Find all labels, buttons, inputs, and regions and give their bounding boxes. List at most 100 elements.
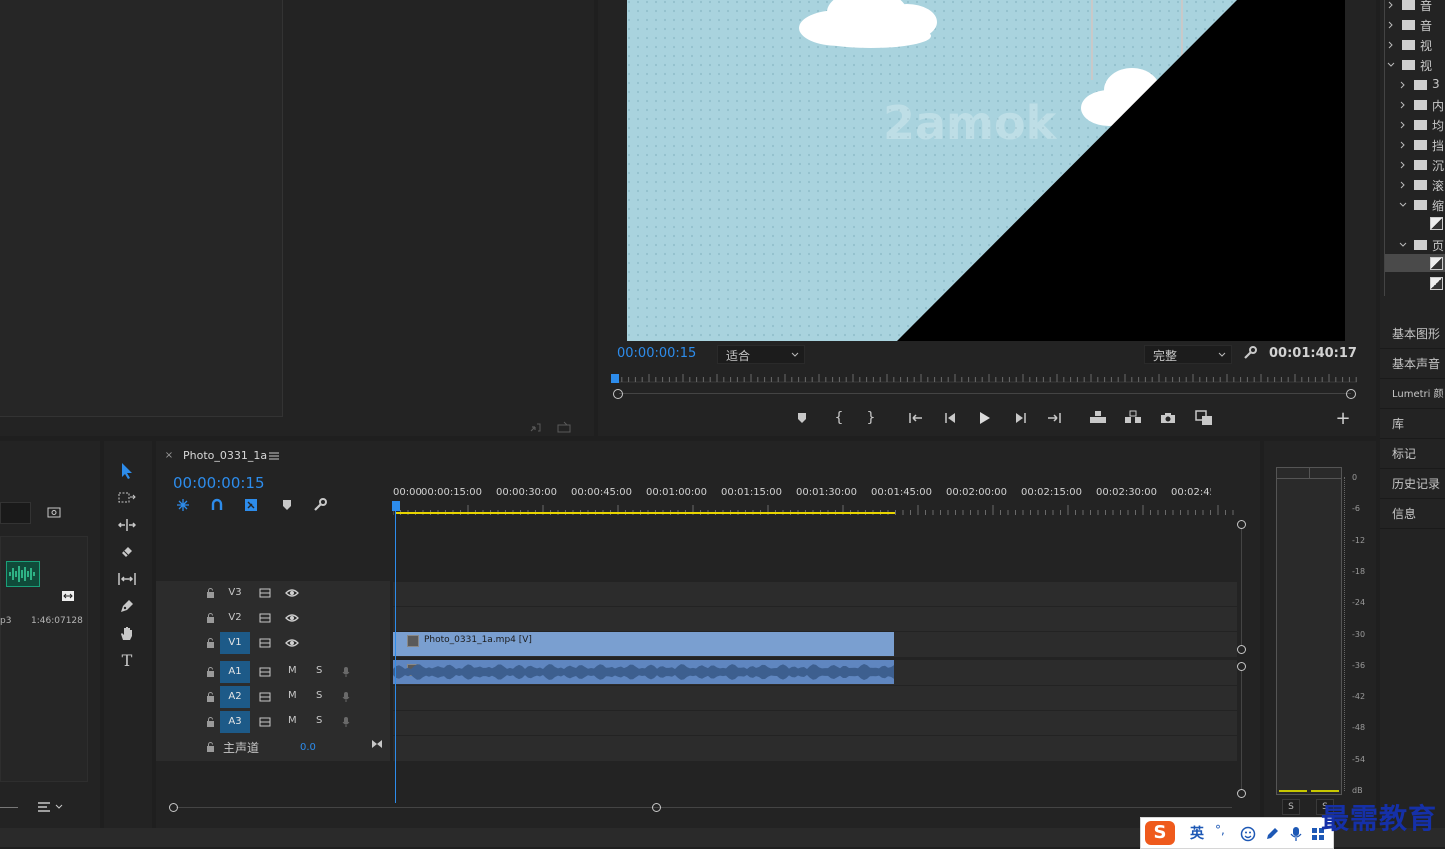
go-to-out-icon[interactable] xyxy=(1045,410,1063,426)
chevron-down-icon[interactable] xyxy=(1398,199,1408,211)
effects-tree-item[interactable]: 视 xyxy=(1386,36,1445,54)
lock-icon[interactable] xyxy=(203,586,217,600)
ime-punctuation[interactable]: °, xyxy=(1215,823,1225,837)
effects-tree-item[interactable]: 均 xyxy=(1398,116,1445,134)
microphone-icon[interactable] xyxy=(340,665,352,679)
effects-tree-item[interactable]: 音 xyxy=(1386,16,1445,34)
vscroll-handle-bottom[interactable] xyxy=(1237,645,1246,654)
sogou-logo-icon[interactable]: S xyxy=(1145,821,1175,845)
vscroll-handle-top[interactable] xyxy=(1237,520,1246,529)
sync-lock-icon[interactable] xyxy=(257,611,273,625)
hscroll-handle-right[interactable] xyxy=(652,803,661,812)
add-button-icon[interactable]: + xyxy=(1335,408,1351,429)
emoji-icon[interactable] xyxy=(1239,825,1257,843)
quality-select[interactable]: 完整 xyxy=(1144,345,1232,364)
timeline-playhead[interactable] xyxy=(392,501,400,511)
chevron-right-icon[interactable] xyxy=(1386,0,1396,11)
panel-tab-item[interactable]: 历史记录 xyxy=(1380,470,1445,499)
effects-tree-item[interactable]: 音 xyxy=(1386,0,1445,14)
chevron-right-icon[interactable] xyxy=(1398,159,1408,171)
sort-icon[interactable] xyxy=(36,799,66,815)
solo-button[interactable]: S xyxy=(316,690,322,701)
audio-thumbnail[interactable] xyxy=(6,561,40,587)
sync-lock-icon[interactable] xyxy=(257,636,273,650)
solo-left-button[interactable]: S xyxy=(1282,799,1300,815)
transition-preset-item[interactable] xyxy=(1420,274,1445,292)
export-frame-icon[interactable] xyxy=(556,420,572,434)
project-search-input[interactable] xyxy=(0,502,31,524)
effects-tree-item[interactable]: 3 xyxy=(1398,76,1445,94)
zoom-slider[interactable] xyxy=(0,807,18,808)
sync-lock-icon[interactable] xyxy=(257,690,273,704)
camera-icon[interactable] xyxy=(1159,410,1177,426)
vscroll-handle-top[interactable] xyxy=(1237,662,1246,671)
lift-icon[interactable] xyxy=(1088,409,1108,425)
effects-tree-item[interactable]: 内 xyxy=(1398,96,1445,114)
wrench-icon[interactable] xyxy=(312,497,328,513)
eye-icon[interactable] xyxy=(284,586,300,600)
snap-icon[interactable] xyxy=(209,497,225,513)
chevron-down-icon[interactable] xyxy=(1386,59,1396,71)
eye-icon[interactable] xyxy=(284,636,300,650)
mute-button[interactable]: M xyxy=(288,690,297,701)
extract-icon[interactable] xyxy=(1123,409,1143,425)
effects-tree-item[interactable]: 沉 xyxy=(1398,156,1445,174)
vscroll-handle-bottom[interactable] xyxy=(1237,789,1246,798)
panel-tab-item[interactable]: 基本图形 xyxy=(1380,320,1445,349)
mute-button[interactable]: M xyxy=(288,715,297,726)
lock-icon[interactable] xyxy=(203,611,217,625)
type-tool-icon[interactable]: T xyxy=(115,649,139,671)
video-clip[interactable]: Photo_0331_1a.mp4 [V] xyxy=(393,632,894,656)
mute-button[interactable]: M xyxy=(288,665,297,676)
track-target-toggle[interactable]: A3 xyxy=(220,711,250,733)
nest-toggle-icon[interactable] xyxy=(175,497,191,513)
comparison-view-icon[interactable] xyxy=(1194,409,1214,427)
microphone-icon[interactable] xyxy=(340,715,352,729)
close-tab-icon[interactable]: × xyxy=(164,449,174,461)
sync-lock-icon[interactable] xyxy=(257,715,273,729)
fit-select[interactable]: 适合 xyxy=(717,345,805,364)
search-bin-icon[interactable] xyxy=(46,504,62,520)
chevron-right-icon[interactable] xyxy=(1386,19,1396,31)
effects-tree-item[interactable]: 缩 xyxy=(1398,196,1445,214)
add-marker-icon[interactable] xyxy=(279,497,295,513)
scroll-handle-right[interactable] xyxy=(1346,389,1356,399)
solo-button[interactable]: S xyxy=(316,715,322,726)
microphone-icon[interactable] xyxy=(340,690,352,704)
program-timecode[interactable]: 00:00:00:15 xyxy=(617,346,696,361)
panel-tab-item[interactable]: 基本声音 xyxy=(1380,350,1445,379)
program-playhead[interactable] xyxy=(611,374,619,383)
chevron-right-icon[interactable] xyxy=(1386,39,1396,51)
track-target-toggle[interactable]: V3 xyxy=(220,582,250,604)
linked-selection-icon[interactable] xyxy=(243,497,259,513)
ripple-edit-tool-icon[interactable] xyxy=(115,514,139,536)
chevron-down-icon[interactable] xyxy=(1398,239,1408,251)
scroll-handle-left[interactable] xyxy=(613,389,623,399)
hand-tool-icon[interactable] xyxy=(115,622,139,644)
chevron-right-icon[interactable] xyxy=(1398,79,1408,91)
selection-tool-icon[interactable] xyxy=(115,460,139,482)
microphone-icon[interactable] xyxy=(1287,825,1305,843)
lock-icon[interactable] xyxy=(203,715,217,729)
track-target-toggle[interactable]: V2 xyxy=(220,607,250,629)
panel-tab-item[interactable]: 库 xyxy=(1380,410,1445,439)
master-link-icon[interactable] xyxy=(370,737,384,751)
razor-tool-icon[interactable] xyxy=(115,541,139,563)
transition-preset-item[interactable] xyxy=(1420,214,1445,232)
go-to-in-icon[interactable] xyxy=(907,410,925,426)
pen-tool-icon[interactable] xyxy=(115,595,139,617)
master-track-value[interactable]: 0.0 xyxy=(300,742,316,753)
transition-preset-item[interactable] xyxy=(1385,254,1445,272)
step-forward-icon[interactable] xyxy=(1013,410,1029,426)
lock-icon[interactable] xyxy=(203,740,217,754)
expand-clip-icon[interactable] xyxy=(60,589,76,603)
effects-tree-item[interactable]: 挡 xyxy=(1398,136,1445,154)
handwriting-icon[interactable] xyxy=(1263,825,1281,843)
solo-button[interactable]: S xyxy=(316,665,322,676)
panel-tab-item[interactable]: 信息 xyxy=(1380,500,1445,529)
track-select-tool-icon[interactable] xyxy=(115,487,139,509)
sync-lock-icon[interactable] xyxy=(257,665,273,679)
effects-tree-item[interactable]: 滚 xyxy=(1398,176,1445,194)
effects-tree-item[interactable]: 页 xyxy=(1398,236,1445,254)
chevron-right-icon[interactable] xyxy=(1398,99,1408,111)
